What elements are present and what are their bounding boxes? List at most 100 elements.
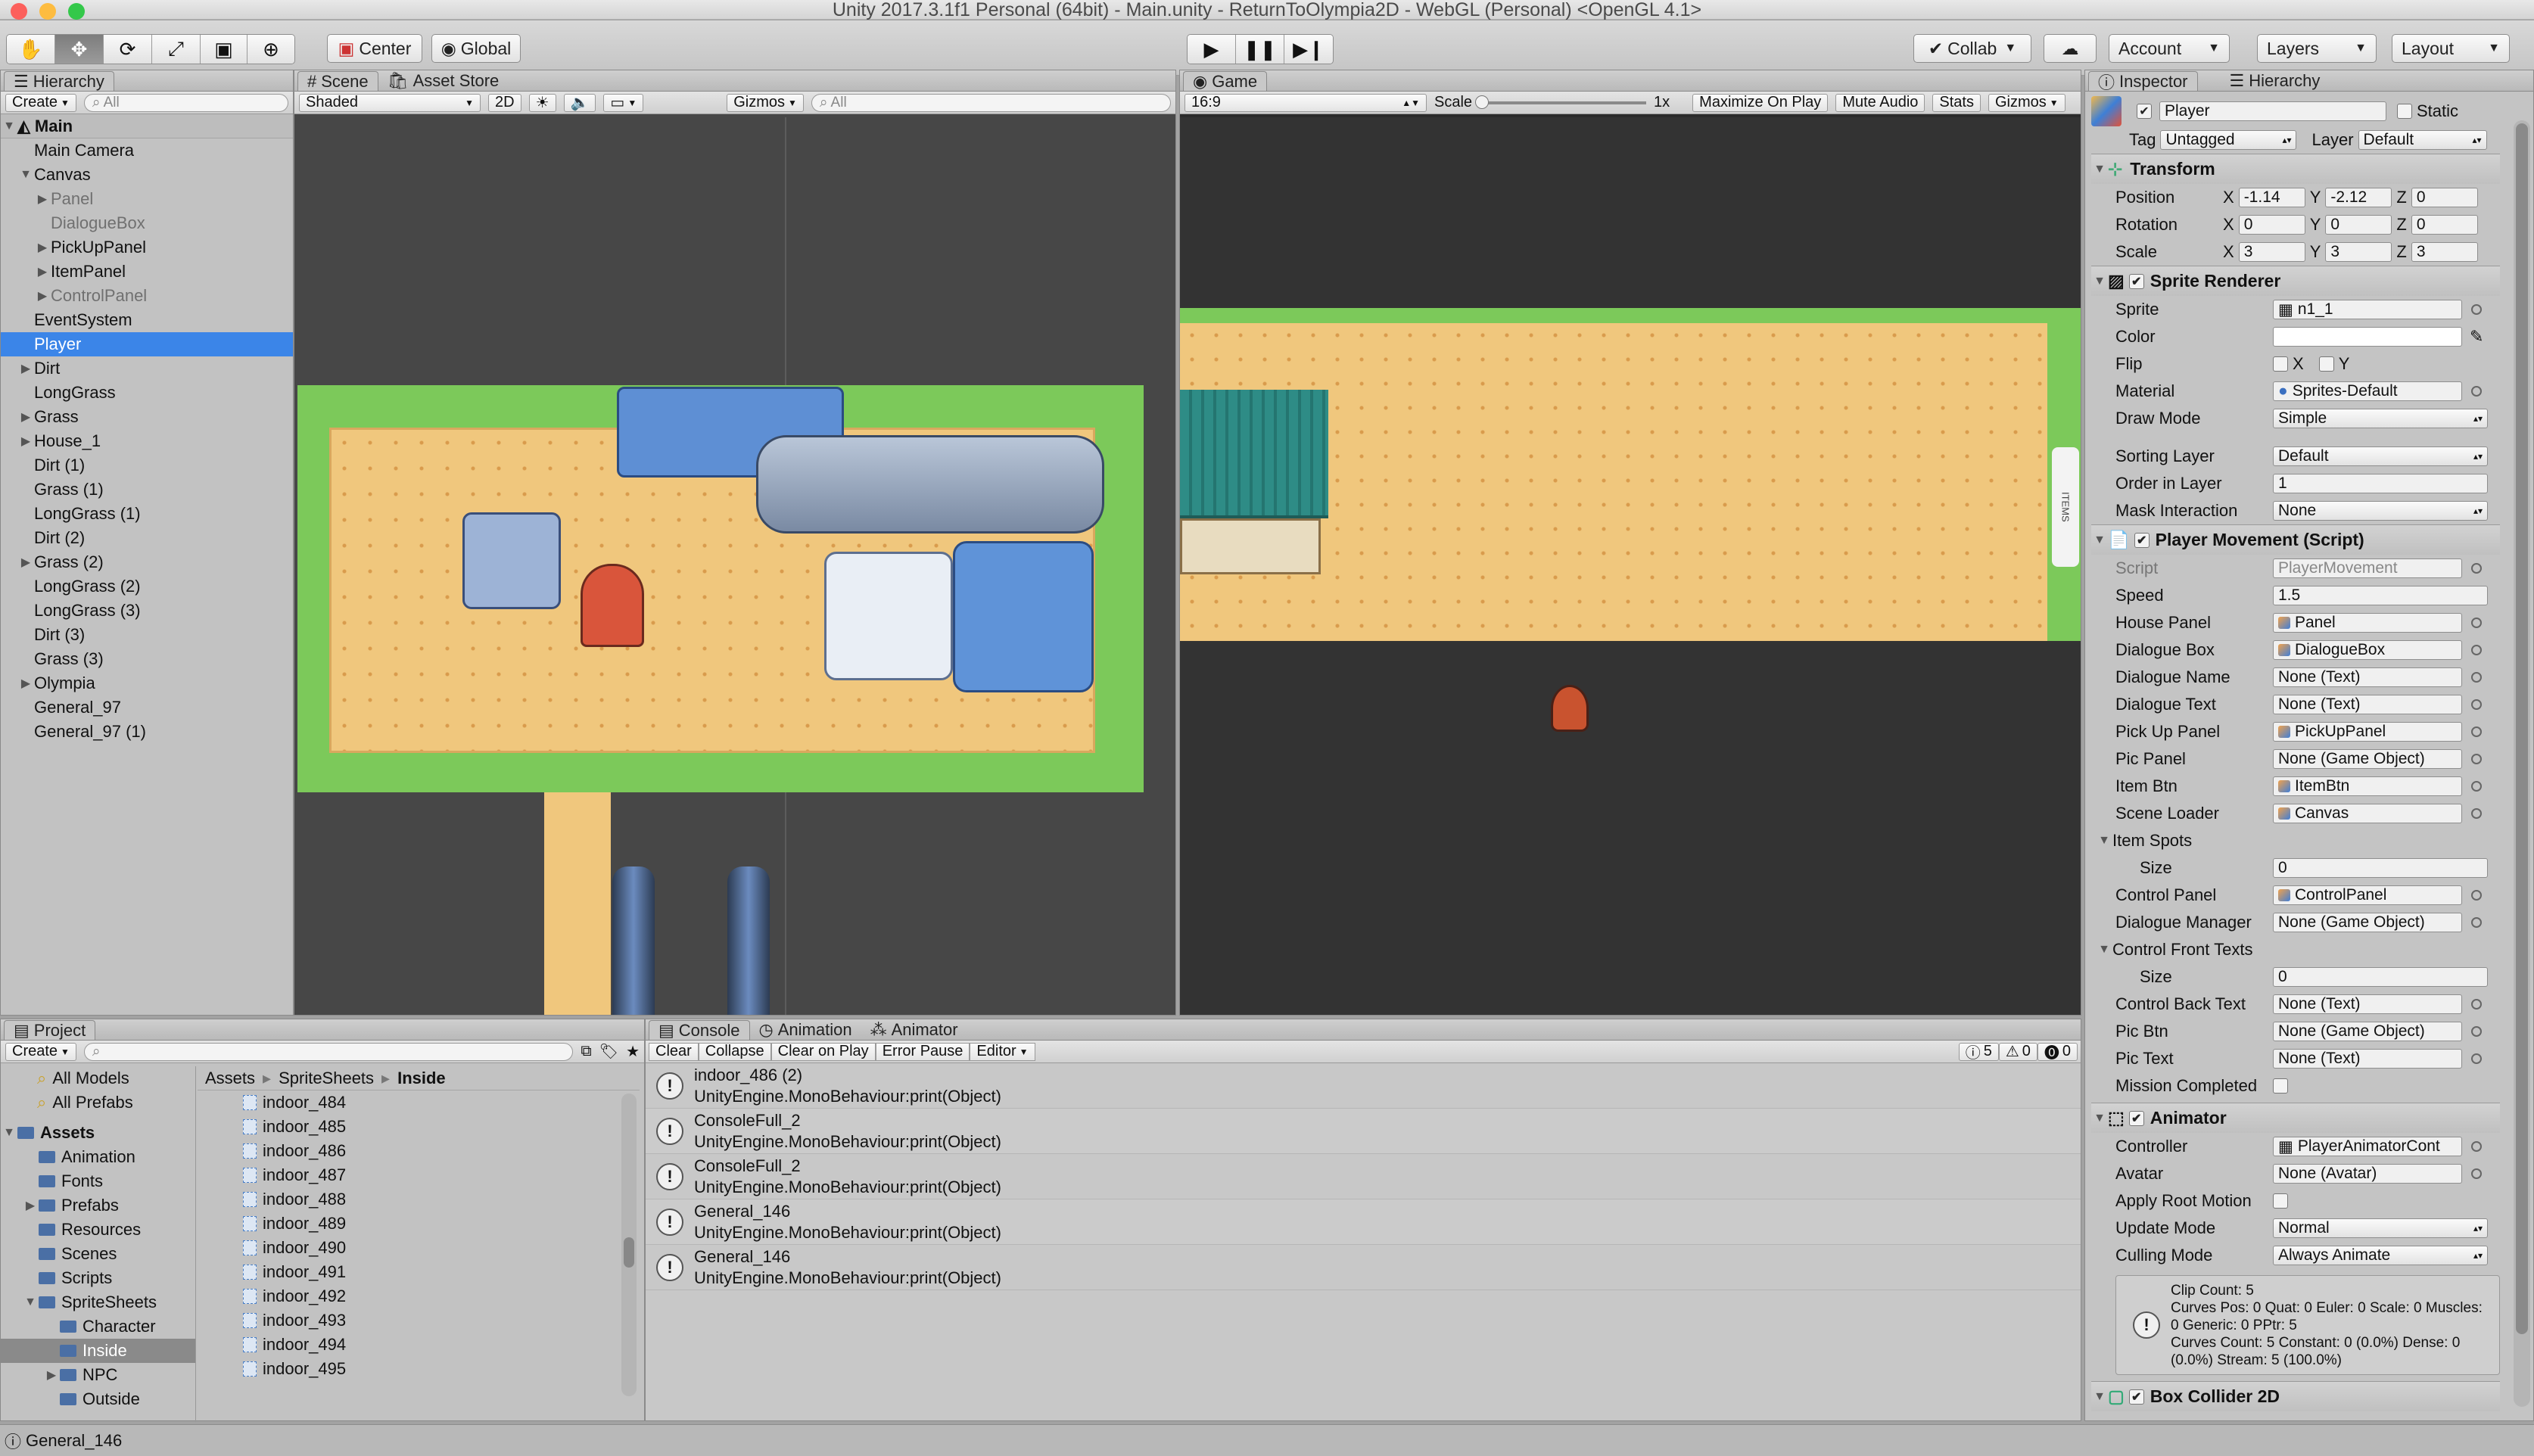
- controller-field[interactable]: ▦ PlayerAnimatorCont: [2273, 1137, 2462, 1156]
- object-picker-icon[interactable]: [2471, 1168, 2482, 1179]
- script-field-input[interactable]: PickUpPanel: [2273, 722, 2462, 742]
- cloud-button[interactable]: ☁: [2044, 34, 2097, 63]
- tab-animation[interactable]: ◷ Animation: [750, 1020, 861, 1040]
- rect-tool-icon[interactable]: ▣: [201, 35, 247, 64]
- file-item[interactable]: indoor_488: [243, 1187, 640, 1212]
- move-tool-icon[interactable]: ✥: [55, 35, 104, 64]
- hierarchy-item[interactable]: Main Camera: [1, 138, 293, 163]
- scale-slider-thumb[interactable]: [1475, 95, 1490, 109]
- hierarchy-item[interactable]: ▶ Grass: [1, 405, 293, 429]
- avatar-field[interactable]: None (Avatar): [2273, 1164, 2462, 1184]
- hierarchy-item[interactable]: ▶ ControlPanel: [1, 284, 293, 308]
- object-picker-icon[interactable]: [2471, 699, 2482, 710]
- hierarchy-item[interactable]: Dirt (2): [1, 526, 293, 550]
- transform-tool-icon[interactable]: ⊕: [247, 35, 294, 64]
- create-dropdown[interactable]: Create ▼: [5, 93, 76, 112]
- hierarchy-search-input[interactable]: ⌕ All: [83, 93, 288, 112]
- script-field-input[interactable]: Panel: [2273, 613, 2462, 633]
- object-picker-icon[interactable]: [2471, 618, 2482, 628]
- scale-slider[interactable]: [1475, 95, 1647, 109]
- pause-button[interactable]: ❚❚: [1236, 35, 1284, 64]
- foldout-label[interactable]: Item Spots: [2112, 831, 2192, 851]
- hierarchy-item[interactable]: General_97 (1): [1, 720, 293, 744]
- audio-toggle[interactable]: 🔈: [563, 93, 596, 112]
- hierarchy-item[interactable]: ▶ House_1: [1, 429, 293, 453]
- box-collider-enabled-checkbox[interactable]: ✔: [2128, 1389, 2144, 1405]
- file-item[interactable]: indoor_489: [243, 1212, 640, 1236]
- favorite-item[interactable]: ⌕ All Prefabs: [37, 1090, 195, 1115]
- console-entry[interactable]: ! General_146 UnityEngine.MonoBehaviour:pr…: [646, 1245, 2081, 1290]
- close-window-icon[interactable]: [11, 3, 27, 20]
- aspect-dropdown[interactable]: 16:9 ▲▼: [1185, 93, 1427, 112]
- script-field-input[interactable]: DialogueBox: [2273, 640, 2462, 660]
- sprite-field[interactable]: ▦ n1_1: [2273, 300, 2462, 319]
- space-toggle[interactable]: ◉ Global: [431, 34, 521, 63]
- file-item[interactable]: indoor_487: [243, 1163, 640, 1187]
- script-field-checkbox[interactable]: [2273, 1078, 2288, 1094]
- file-item[interactable]: indoor_491: [243, 1260, 640, 1284]
- layer-dropdown[interactable]: Default ▴▾: [2358, 130, 2487, 150]
- file-item[interactable]: indoor_493: [243, 1308, 640, 1333]
- sprite-renderer-enabled-checkbox[interactable]: ✔: [2128, 273, 2144, 289]
- file-item[interactable]: indoor_485: [243, 1115, 640, 1139]
- color-field[interactable]: [2273, 327, 2462, 347]
- foldout-label[interactable]: Control Front Texts: [2112, 940, 2252, 960]
- transform-x-field[interactable]: 3: [2238, 242, 2305, 262]
- filter-type-icon[interactable]: ⧉: [581, 1043, 591, 1060]
- maximize-on-play-toggle[interactable]: Maximize On Play: [1692, 93, 1829, 112]
- mask-dropdown[interactable]: None ▴▾: [2273, 501, 2488, 521]
- draw-mode-dropdown[interactable]: Simple ▴▾: [2273, 409, 2488, 428]
- folder-item[interactable]: Resources: [1, 1218, 195, 1242]
- console-entry[interactable]: ! ConsoleFull_2 UnityEngine.MonoBehaviour:…: [646, 1154, 2081, 1199]
- star-icon[interactable]: ★: [626, 1042, 640, 1061]
- hierarchy-item[interactable]: ▶ PickUpPanel: [1, 235, 293, 260]
- script-field-input[interactable]: ControlPanel: [2273, 885, 2462, 905]
- breadcrumb-item[interactable]: Assets: [205, 1069, 255, 1088]
- script-field-input[interactable]: None (Game Object): [2273, 1022, 2462, 1041]
- folder-item[interactable]: ▶ Prefabs: [1, 1193, 195, 1218]
- file-item[interactable]: indoor_495: [243, 1357, 640, 1381]
- breadcrumb-item[interactable]: Inside: [397, 1069, 446, 1088]
- console-entry[interactable]: ! ConsoleFull_2 UnityEngine.MonoBehaviour:…: [646, 1109, 2081, 1154]
- script-field-input[interactable]: None (Game Object): [2273, 913, 2462, 932]
- script-field-input[interactable]: None (Game Object): [2273, 749, 2462, 769]
- hierarchy-item[interactable]: ▶ Grass (2): [1, 550, 293, 574]
- expand-arrow-icon[interactable]: ▼: [22, 1296, 39, 1309]
- file-scrollbar[interactable]: [621, 1094, 637, 1396]
- eyedropper-icon[interactable]: ✎: [2470, 327, 2483, 347]
- error-count-toggle[interactable]: ⓿0: [2037, 1042, 2078, 1062]
- hierarchy-item[interactable]: LongGrass (3): [1, 599, 293, 623]
- folder-item[interactable]: ▼ SpriteSheets: [1, 1290, 195, 1314]
- object-picker-icon[interactable]: [2471, 917, 2482, 928]
- static-checkbox[interactable]: [2397, 104, 2412, 119]
- hierarchy-item[interactable]: Grass (3): [1, 647, 293, 671]
- sprite-renderer-header[interactable]: ▼ ▨ ✔ Sprite Renderer: [2091, 266, 2500, 296]
- update-mode-dropdown[interactable]: Normal ▴▾: [2273, 1218, 2488, 1238]
- 2d-toggle[interactable]: 2D: [488, 93, 521, 112]
- pivot-toggle[interactable]: ▣ Center: [327, 34, 422, 63]
- inspector-scrollbar-thumb[interactable]: [2516, 123, 2528, 1334]
- status-text[interactable]: General_146: [26, 1431, 122, 1451]
- object-picker-icon[interactable]: [2471, 808, 2482, 819]
- object-picker-icon[interactable]: [2471, 890, 2482, 901]
- console-button[interactable]: Editor ▼: [970, 1042, 1035, 1061]
- file-item[interactable]: indoor_490: [243, 1236, 640, 1260]
- transform-x-field[interactable]: -1.14: [2238, 188, 2305, 207]
- animator-header[interactable]: ▼ ⬚ ✔ Animator: [2091, 1103, 2500, 1133]
- tab-project[interactable]: ▤ Project: [4, 1020, 96, 1040]
- tab-console[interactable]: ▤ Console: [649, 1020, 750, 1040]
- folder-item[interactable]: Inside: [1, 1339, 195, 1363]
- hierarchy-item[interactable]: General_97: [1, 695, 293, 720]
- object-picker-icon[interactable]: [2471, 563, 2482, 574]
- object-picker-icon[interactable]: [2471, 645, 2482, 655]
- object-picker-icon[interactable]: [2471, 1026, 2482, 1037]
- scene-root[interactable]: ▼ ◭ Main: [1, 114, 293, 138]
- layout-dropdown[interactable]: Layout ▼: [2392, 34, 2510, 63]
- console-button[interactable]: Clear: [649, 1042, 699, 1061]
- minimize-window-icon[interactable]: [39, 3, 56, 20]
- culling-mode-dropdown[interactable]: Always Animate ▴▾: [2273, 1246, 2488, 1265]
- hierarchy-item[interactable]: ▼ Canvas: [1, 163, 293, 187]
- expand-arrow-icon[interactable]: ▼: [17, 168, 34, 182]
- hierarchy-item[interactable]: LongGrass: [1, 381, 293, 405]
- folder-item[interactable]: ▶ NPC: [1, 1363, 195, 1387]
